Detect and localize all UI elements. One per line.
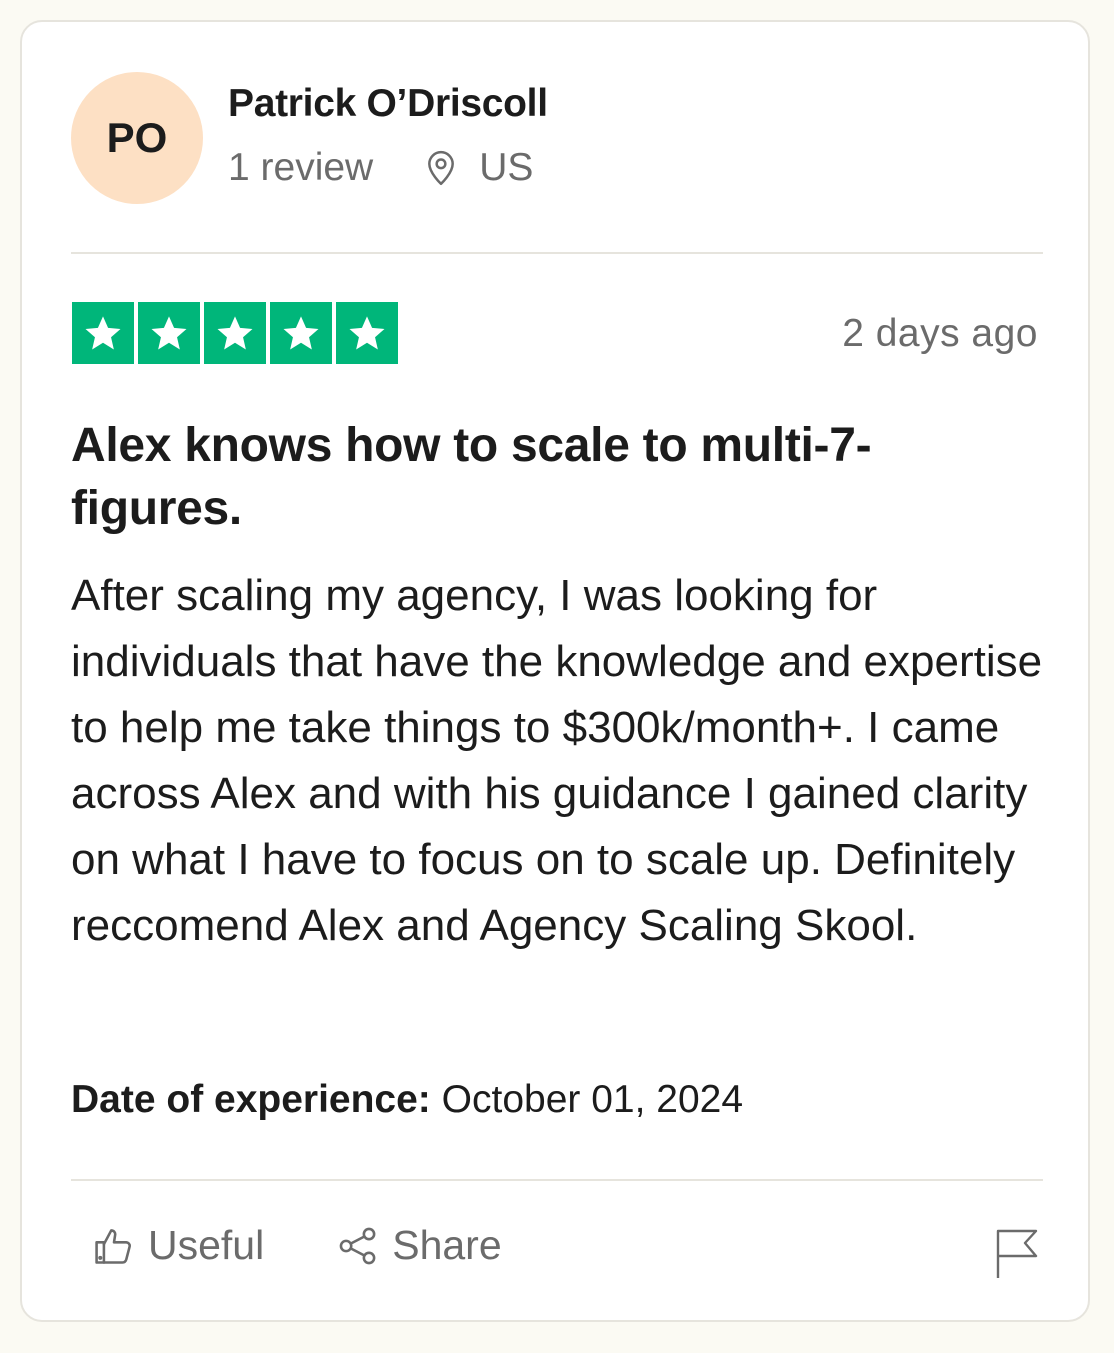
review-body: After scaling my agency, I was looking f… [71, 571, 1043, 950]
reviewer-country: US [479, 146, 534, 189]
avatar-initials: PO [106, 114, 168, 161]
experience-label: Date of experience: [71, 1078, 431, 1121]
review-card: PO Patrick O’Driscoll 1 review US 2 days… [20, 20, 1090, 1322]
review-date: 2 days ago [842, 312, 1038, 355]
star-icon [336, 302, 398, 364]
review-title[interactable]: Alex knows how to scale to multi-7-figur… [71, 414, 1031, 540]
useful-label: Useful [148, 1222, 265, 1268]
report-flag-button[interactable] [994, 1228, 1040, 1280]
review-actions: Useful Share [92, 1222, 502, 1269]
avatar: PO [71, 72, 203, 204]
star-rating [72, 302, 398, 364]
share-icon [336, 1224, 380, 1268]
experience-date: October 01, 2024 [441, 1078, 744, 1121]
share-label: Share [392, 1222, 502, 1268]
review-count: 1 review [228, 146, 374, 189]
thumbs-up-icon [92, 1224, 136, 1268]
share-button[interactable]: Share [336, 1222, 502, 1269]
star-icon [270, 302, 332, 364]
star-icon [204, 302, 266, 364]
useful-button[interactable]: Useful [92, 1222, 264, 1269]
location-pin-icon [421, 148, 461, 188]
footer-divider [71, 1179, 1043, 1181]
date-of-experience: Date of experience: October 01, 2024 [71, 1078, 743, 1122]
flag-icon [994, 1229, 1040, 1284]
reviewer-name[interactable]: Patrick O’Driscoll [228, 82, 548, 126]
reviewer-meta: 1 review US [228, 146, 533, 190]
star-icon [72, 302, 134, 364]
star-icon [138, 302, 200, 364]
header-divider [71, 252, 1043, 254]
